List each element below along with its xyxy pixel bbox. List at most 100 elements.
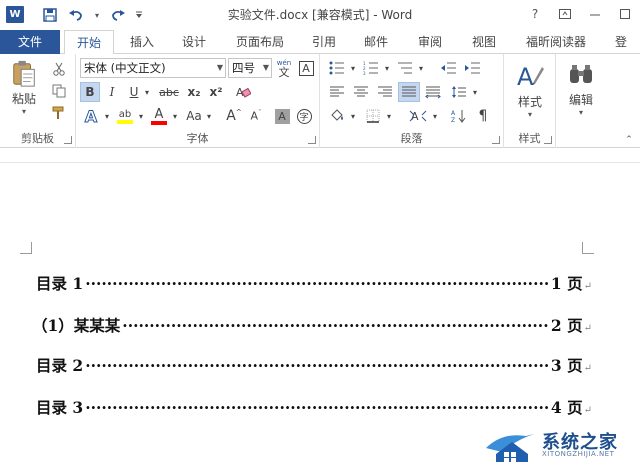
multilevel-list-button[interactable] [394,58,416,78]
font-name-combo[interactable]: 宋体 (中文正文) ▼ [80,58,226,78]
toc-entry[interactable]: （1）某某某 ·································… [32,314,592,338]
change-case-button[interactable]: Aa [182,106,206,126]
text-effects-button[interactable]: A [80,106,102,126]
underline-dropdown[interactable]: ▾ [142,82,152,102]
undo-dropdown-button[interactable]: ▾ [90,5,104,25]
format-painter-button[interactable] [48,104,70,122]
grow-font-button[interactable]: A^ [224,106,244,126]
text-effects-dropdown[interactable]: ▾ [102,106,112,126]
format-painter-icon [52,106,64,119]
numbering-dropdown[interactable]: ▾ [382,58,392,78]
shrink-font-button[interactable]: Aˇ [246,106,266,126]
enclose-characters-button[interactable]: 字 [294,106,314,126]
chinese-layout-dropdown[interactable]: ▾ [430,106,440,126]
redo-button[interactable] [106,5,130,25]
tab-page-layout[interactable]: 页面布局 [228,30,292,54]
paste-button[interactable]: 粘贴 ▾ [6,60,42,116]
borders-dropdown[interactable]: ▾ [384,106,394,126]
tab-view[interactable]: 视图 [464,30,504,54]
toc-entry[interactable]: 目录 2 ···································… [36,354,592,378]
increase-indent-button[interactable] [462,58,484,78]
cut-button[interactable] [48,60,70,78]
font-color-button[interactable]: A [148,106,170,126]
italic-button[interactable]: I [102,82,122,102]
sort-button[interactable]: AZ [448,106,470,126]
tab-mailings[interactable]: 邮件 [356,30,396,54]
show-hide-marks-button[interactable]: ¶ [472,106,494,126]
text-effects-icon: A [84,106,98,126]
save-button[interactable] [38,5,62,25]
highlight-dropdown[interactable]: ▾ [136,106,146,126]
ribbon-display-options-button[interactable] [550,2,580,26]
sort-icon: AZ [451,110,466,123]
subscript-button[interactable]: x₂ [184,82,204,102]
align-center-button[interactable] [350,82,372,102]
clear-formatting-button[interactable]: A [232,82,254,102]
bullets-button[interactable] [326,58,348,78]
borders-button[interactable] [362,106,384,126]
tab-foxit-reader[interactable]: 福昕阅读器 [516,30,596,54]
tab-references[interactable]: 引用 [304,30,344,54]
svg-text:3: 3 [363,71,366,75]
word-app-icon[interactable]: W [6,6,24,23]
clipboard-launcher-icon[interactable] [64,136,72,144]
customize-qat-button[interactable] [132,5,146,25]
align-right-button[interactable] [374,82,396,102]
styles-icon: A [517,63,544,91]
maximize-button[interactable] [610,2,640,26]
toc-entry[interactable]: 目录 3 ···································… [36,396,592,420]
undo-button[interactable] [64,5,88,25]
minimize-button[interactable] [580,2,610,26]
character-border-button[interactable]: A [297,58,315,78]
bullets-dropdown[interactable]: ▾ [348,58,358,78]
editing-button[interactable]: 编辑 ▾ [560,58,602,122]
ribbon: 粘贴 ▾ 剪贴板 宋体 (中文正文) ▼ 四号 ▼ wén 文 A B I U … [0,54,640,148]
change-case-dropdown[interactable]: ▾ [204,106,214,126]
superscript-button[interactable]: x² [206,82,226,102]
numbering-button[interactable]: 123 [360,58,382,78]
shading-button[interactable] [326,106,348,126]
highlight-color-button[interactable]: ab [114,106,136,126]
tab-home[interactable]: 开始 [64,30,114,55]
chinese-layout-button[interactable]: A [406,106,430,126]
shading-dropdown[interactable]: ▾ [348,106,358,126]
underline-button[interactable]: U [124,82,144,102]
document-area[interactable]: 目录 1 ···································… [0,148,640,472]
bold-button[interactable]: B [80,82,100,102]
eraser-icon: A [236,86,251,99]
tab-review[interactable]: 审阅 [410,30,450,54]
toc-entry[interactable]: 目录 1 ···································… [36,272,592,296]
font-size-combo[interactable]: 四号 ▼ [228,58,272,78]
styles-launcher-icon[interactable] [544,136,552,144]
styles-group: A 样式 ▾ 样式 [504,54,556,148]
font-group-label: 字体 [186,132,209,145]
clipboard-group: 粘贴 ▾ 剪贴板 [0,54,76,148]
tab-signin[interactable]: 登 [606,30,636,54]
save-icon [43,8,57,22]
styles-button[interactable]: A 样式 ▾ [508,58,552,122]
tab-insert[interactable]: 插入 [122,30,162,54]
character-shading-button[interactable]: A [272,106,292,126]
editing-group: 编辑 ▾ [556,54,606,148]
toc-entry-page: 4 页 [550,398,583,417]
align-left-button[interactable] [326,82,348,102]
distributed-button[interactable] [422,82,444,102]
paragraph-launcher-icon[interactable] [492,136,500,144]
decrease-indent-button[interactable] [438,58,460,78]
justify-button[interactable] [398,82,420,102]
align-right-icon [378,86,392,97]
tab-design[interactable]: 设计 [174,30,214,54]
font-launcher-icon[interactable] [308,136,316,144]
font-group: 宋体 (中文正文) ▼ 四号 ▼ wén 文 A B I U ▾ abc x₂ … [76,54,320,148]
font-color-dropdown[interactable]: ▾ [170,106,180,126]
collapse-ribbon-button[interactable]: ⌃ [622,134,636,146]
phonetic-guide-button[interactable]: wén 文 [274,58,294,78]
line-spacing-dropdown[interactable]: ▾ [470,82,480,102]
watermark-subtext: XITONGZHIJIA.NET [542,450,615,458]
tab-file[interactable]: 文件 [0,30,60,54]
strikethrough-button[interactable]: abc [156,82,182,102]
copy-button[interactable] [48,82,70,100]
line-spacing-button[interactable] [448,82,470,102]
help-button[interactable]: ? [520,2,550,26]
multilevel-dropdown[interactable]: ▾ [416,58,426,78]
